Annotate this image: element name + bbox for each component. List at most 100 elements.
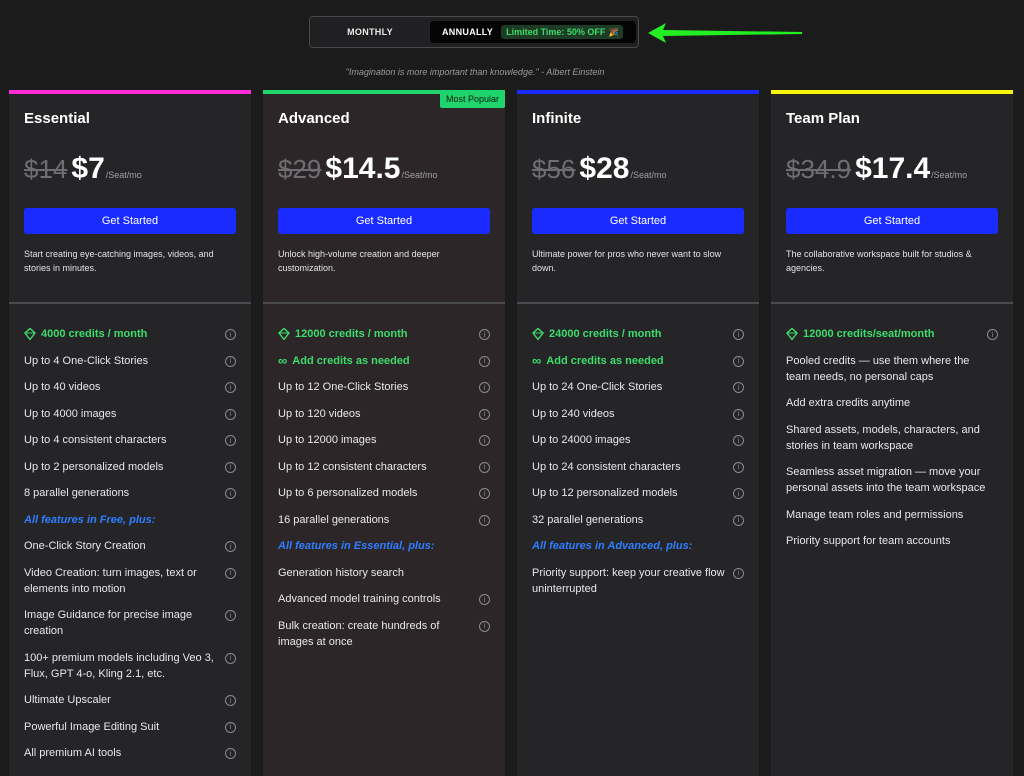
quote-text: "Imagination is more important than know… bbox=[345, 67, 605, 77]
info-icon[interactable]: i bbox=[225, 695, 236, 706]
most-popular-badge: Most Popular bbox=[439, 90, 505, 108]
info-icon[interactable]: i bbox=[225, 610, 236, 621]
feature-item: Ultimate Upscaler i bbox=[24, 692, 236, 708]
price-unit: /Seat/mo bbox=[931, 170, 968, 180]
feature-item: Up to 4 One-Click Stories i bbox=[24, 353, 236, 369]
feature-list: 4000 credits / month i Up to 4 One-Click… bbox=[24, 326, 236, 772]
gem-icon bbox=[532, 328, 544, 340]
info-icon[interactable]: i bbox=[225, 382, 236, 393]
credits-label: 12000 credits / month bbox=[295, 328, 408, 340]
info-icon[interactable]: i bbox=[479, 594, 490, 605]
info-icon[interactable]: i bbox=[479, 435, 490, 446]
feature-item: Manage team roles and permissions bbox=[786, 508, 964, 521]
info-icon[interactable]: i bbox=[225, 355, 236, 367]
feature-item: Priority support for team accounts bbox=[786, 535, 951, 547]
feature-item: Image Guidance for precise image creatio… bbox=[24, 607, 236, 639]
info-icon[interactable]: i bbox=[225, 652, 236, 664]
info-icon[interactable]: i bbox=[479, 461, 490, 473]
feature-list: 24000 credits / month i ∞ Add credits as … bbox=[532, 326, 744, 607]
plan-description: The collaborative workspace built for st… bbox=[786, 249, 972, 273]
section-heading: All features in Essential, plus: bbox=[278, 540, 435, 552]
credits-row: 24000 credits / month i bbox=[532, 326, 744, 342]
credits-label: 12000 credits/seat/month bbox=[803, 328, 935, 340]
feature-item: Up to 24 consistent characters i bbox=[532, 459, 744, 475]
info-icon[interactable]: i bbox=[225, 541, 236, 552]
add-credits-row: ∞ Add credits as needed i bbox=[532, 353, 744, 369]
get-started-button-team[interactable]: Get Started bbox=[786, 208, 998, 234]
info-icon[interactable]: i bbox=[225, 567, 236, 579]
info-icon[interactable]: i bbox=[479, 408, 490, 420]
feature-item: 16 parallel generations i bbox=[278, 512, 490, 528]
credits-row: 12000 credits / month i bbox=[278, 326, 490, 342]
feature-item: One-Click Story Creation i bbox=[24, 538, 236, 554]
feature-item: 8 parallel generations i bbox=[24, 485, 236, 501]
section-heading: All features in Free, plus: bbox=[24, 513, 156, 526]
price-unit: /Seat/mo bbox=[105, 170, 142, 180]
original-price: $34.9 bbox=[786, 154, 852, 184]
plan-color-bar bbox=[9, 90, 251, 94]
feature-item: Up to 12000 images i bbox=[278, 432, 490, 448]
divider bbox=[771, 302, 1013, 304]
info-icon[interactable]: i bbox=[987, 329, 998, 340]
add-credits-label: Add credits as needed bbox=[546, 354, 664, 367]
info-icon[interactable]: i bbox=[733, 329, 744, 340]
plan-name: Team Plan bbox=[786, 110, 860, 127]
plan-card-essential: Essential $14 $7 /Seat/mo Get Started St… bbox=[9, 90, 251, 776]
info-icon[interactable]: i bbox=[733, 408, 744, 420]
feature-item: Up to 12 One-Click Stories i bbox=[278, 379, 490, 395]
plan-price: $56 $28 /Seat/mo bbox=[532, 152, 666, 186]
info-icon[interactable]: i bbox=[479, 488, 490, 499]
info-icon[interactable]: i bbox=[733, 382, 744, 393]
info-icon[interactable]: i bbox=[733, 355, 744, 367]
feature-item: Bulk creation: create hundreds of images… bbox=[278, 618, 490, 650]
plan-card-team: Team Plan $34.9 $17.4 /Seat/mo Get Start… bbox=[771, 90, 1013, 776]
feature-item: Shared assets, models, characters, and s… bbox=[786, 423, 980, 452]
info-icon[interactable]: i bbox=[225, 329, 236, 340]
feature-item: Video Creation: turn images, text or ele… bbox=[24, 565, 236, 597]
discount-badge: Limited Time: 50% OFF 🎉 bbox=[501, 25, 624, 39]
info-icon[interactable]: i bbox=[733, 514, 744, 526]
info-icon[interactable]: i bbox=[225, 461, 236, 473]
info-icon[interactable]: i bbox=[733, 435, 744, 446]
feature-item: All premium AI tools i bbox=[24, 745, 236, 761]
feature-item: Up to 24000 images i bbox=[532, 432, 744, 448]
divider bbox=[517, 302, 759, 304]
feature-item: Up to 24 One-Click Stories i bbox=[532, 379, 744, 395]
discounted-price: $28 bbox=[579, 152, 630, 185]
get-started-button-infinite[interactable]: Get Started bbox=[532, 208, 744, 234]
info-icon[interactable]: i bbox=[479, 620, 490, 632]
info-icon[interactable]: i bbox=[225, 488, 236, 499]
info-icon[interactable]: i bbox=[733, 488, 744, 499]
infinity-icon: ∞ bbox=[532, 352, 542, 368]
feature-item: Pooled credits — use them where the team… bbox=[786, 354, 970, 383]
info-icon[interactable]: i bbox=[225, 748, 236, 759]
gem-icon bbox=[24, 328, 36, 340]
info-icon[interactable]: i bbox=[733, 567, 744, 579]
get-started-button-advanced[interactable]: Get Started bbox=[278, 208, 490, 234]
info-icon[interactable]: i bbox=[225, 435, 236, 446]
discount-label: Limited Time: 50% OFF bbox=[506, 27, 606, 37]
info-icon[interactable]: i bbox=[225, 408, 236, 420]
plan-price: $14 $7 /Seat/mo bbox=[24, 152, 142, 186]
monthly-option[interactable]: MONTHLY bbox=[314, 21, 426, 43]
info-icon[interactable]: i bbox=[479, 329, 490, 340]
info-icon[interactable]: i bbox=[479, 514, 490, 526]
feature-item: Up to 2 personalized models i bbox=[24, 459, 236, 475]
billing-toggle: MONTHLY ANNUALLY Limited Time: 50% OFF 🎉 bbox=[309, 16, 639, 48]
feature-item: Add extra credits anytime bbox=[786, 397, 911, 409]
original-price: $14 bbox=[24, 154, 68, 184]
annually-option[interactable]: ANNUALLY Limited Time: 50% OFF 🎉 bbox=[430, 21, 636, 43]
info-icon[interactable]: i bbox=[479, 382, 490, 393]
price-unit: /Seat/mo bbox=[630, 170, 667, 180]
party-popper-icon: 🎉 bbox=[608, 27, 619, 37]
feature-item: 32 parallel generations i bbox=[532, 512, 744, 528]
gem-icon bbox=[278, 328, 290, 340]
feature-item: Up to 40 videos i bbox=[24, 379, 236, 395]
plan-description: Start creating eye-catching images, vide… bbox=[24, 249, 214, 273]
info-icon[interactable]: i bbox=[733, 461, 744, 473]
info-icon[interactable]: i bbox=[225, 721, 236, 733]
feature-item: Generation history search bbox=[278, 566, 404, 579]
get-started-button-essential[interactable]: Get Started bbox=[24, 208, 236, 234]
info-icon[interactable]: i bbox=[479, 355, 490, 367]
feature-list: 12000 credits/seat/month i Pooled credit… bbox=[786, 326, 998, 560]
